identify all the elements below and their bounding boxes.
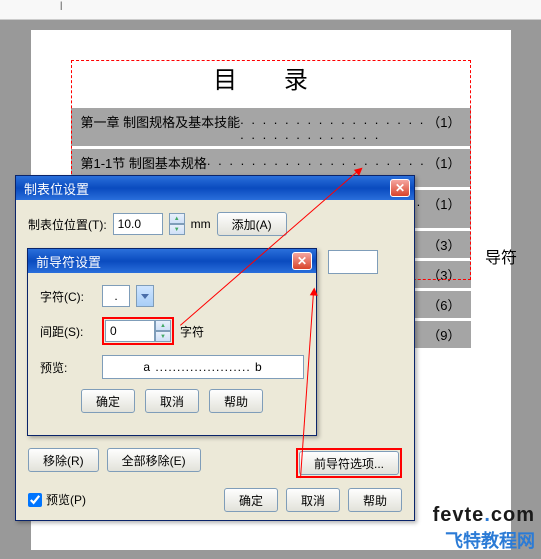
- cancel-button[interactable]: 取消: [145, 389, 199, 413]
- remove-button[interactable]: 移除(R): [28, 448, 99, 472]
- spacing-input[interactable]: [105, 320, 155, 342]
- close-icon[interactable]: [292, 252, 312, 270]
- help-button[interactable]: 帮助: [348, 488, 402, 512]
- tab-position-label: 制表位位置(T):: [28, 216, 107, 233]
- ok-button[interactable]: 确定: [81, 389, 135, 413]
- spinner-up-icon[interactable]: ▲: [155, 320, 171, 331]
- toc-line: 第一章 制图规格及基本技能 . . . . . . . . . . . . . …: [71, 108, 471, 146]
- spacing-unit: 字符: [180, 323, 204, 340]
- spinner-down-icon[interactable]: ▼: [155, 331, 171, 342]
- leader-field[interactable]: [328, 250, 378, 274]
- tab-position-input[interactable]: [113, 213, 163, 235]
- tab-position-spinner[interactable]: ▲ ▼: [169, 213, 185, 235]
- remove-all-button[interactable]: 全部移除(E): [107, 448, 201, 472]
- cancel-button[interactable]: 取消: [286, 488, 340, 512]
- add-button[interactable]: 添加(A): [217, 212, 287, 236]
- leader-options-button[interactable]: 前导符选项...: [299, 451, 399, 475]
- char-input[interactable]: [102, 285, 130, 307]
- char-dropdown-icon[interactable]: [136, 285, 154, 307]
- close-icon[interactable]: [390, 179, 410, 197]
- preview-label: 预览:: [40, 359, 96, 376]
- unit-label: mm: [191, 217, 211, 231]
- spacing-spinner[interactable]: ▲ ▼: [155, 320, 171, 342]
- dialog-title: 制表位设置: [24, 179, 390, 198]
- help-button[interactable]: 帮助: [209, 389, 263, 413]
- ok-button[interactable]: 确定: [224, 488, 278, 512]
- titlebar[interactable]: 前导符设置: [28, 249, 316, 273]
- spacing-label: 间距(S):: [40, 323, 96, 340]
- spinner-up-icon[interactable]: ▲: [169, 213, 185, 224]
- dialog-title: 前导符设置: [36, 252, 292, 271]
- leader-settings-dialog: 前导符设置 字符(C): 间距(S): ▲ ▼ 字符 预览: a .......…: [27, 248, 317, 436]
- doc-title: 目 录: [31, 50, 511, 105]
- char-label: 字符(C):: [40, 288, 96, 305]
- ruler: |: [0, 0, 541, 20]
- spinner-down-icon[interactable]: ▼: [169, 224, 185, 235]
- titlebar[interactable]: 制表位设置: [16, 176, 414, 200]
- leader-group-label: 导符: [485, 244, 517, 268]
- preview-box: a ...................... b: [102, 355, 304, 379]
